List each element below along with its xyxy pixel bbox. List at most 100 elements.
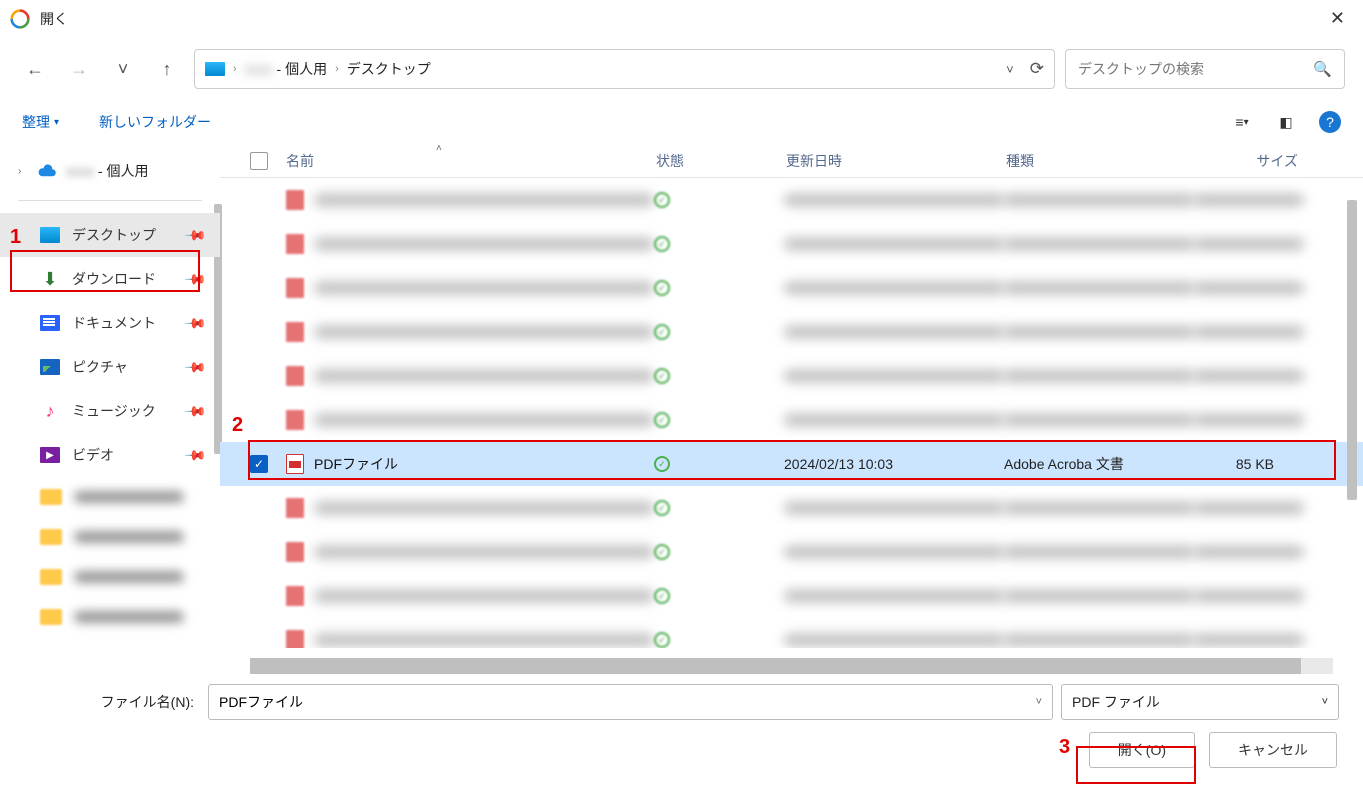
filename-input[interactable] [219,694,1036,710]
sidebar-item-blur[interactable] [0,517,220,557]
column-state[interactable]: 状態 [656,151,786,171]
forward-button[interactable]: → [62,52,96,86]
filename-combobox[interactable]: ˅ [208,684,1053,720]
search-input[interactable] [1078,61,1313,77]
quick-access-list: デスクトップ 📌 ⬇ ダウンロード 📌 ドキュメント 📌 ピクチャ 📌 ♪ ミュ… [0,213,220,637]
file-row[interactable]: x✓xxx [220,486,1363,530]
select-all-checkbox[interactable] [250,152,268,170]
button-row: 開く(O) キャンセル [24,732,1339,768]
sidebar-item-label: ピクチャ [72,357,128,377]
filename-row: ファイル名(N): ˅ PDF ファイル ˅ [24,684,1339,720]
file-row[interactable]: x✓xxx [220,574,1363,618]
window-title: 開く [40,9,68,29]
file-state: ✓ [654,456,784,472]
organize-button[interactable]: 整理 ▾ [22,112,59,132]
arrow-right-icon: → [70,59,88,80]
sidebar-item-pictures[interactable]: ピクチャ 📌 [0,345,220,389]
file-header: ˄名前 状態 更新日時 種類 サイズ [220,144,1363,178]
sidebar-item-music[interactable]: ♪ ミュージック 📌 [0,389,220,433]
sidebar-item-label: ドキュメント [72,313,156,333]
pdf-icon [286,454,304,474]
file-size: 85 KB [1194,456,1304,472]
file-row[interactable]: x✓xxx [220,266,1363,310]
chevron-down-icon: ˅ [118,59,129,80]
documents-icon [40,315,60,331]
chevron-right-icon: › [233,63,237,75]
column-type[interactable]: 種類 [1006,151,1196,171]
file-date: 2024/02/13 10:03 [784,456,1004,472]
filter-label: PDF ファイル [1072,692,1160,712]
chevron-right-icon[interactable]: › [18,166,28,177]
file-row[interactable]: x✓xxx [220,310,1363,354]
file-row[interactable]: x✓xxx [220,618,1363,648]
sidebar-item-blur[interactable] [0,557,220,597]
sidebar-item-blur[interactable] [0,597,220,637]
sidebar-divider [18,200,202,201]
app-icon [10,9,30,29]
location-icon [205,62,225,76]
filename-label: ファイル名(N): [24,692,194,712]
chevron-down-icon: ▾ [54,117,59,128]
file-row[interactable]: x✓xxx [220,178,1363,222]
address-bar[interactable]: › xxxx - 個人用 › デスクトップ ˅ ⟳ [194,49,1055,89]
breadcrumb-desktop[interactable]: デスクトップ [347,59,431,79]
file-type: Adobe Acroba 文書 [1004,454,1194,474]
desktop-icon [40,227,60,243]
sidebar-item-videos[interactable]: ▶ ビデオ 📌 [0,433,220,477]
file-row[interactable]: x✓xxx [220,354,1363,398]
file-row[interactable]: x✓xxx [220,222,1363,266]
nav-row: ← → ˅ ↑ › xxxx - 個人用 › デスクトップ ˅ ⟳ 🔍 [0,38,1363,100]
column-date[interactable]: 更新日時 [786,151,1006,171]
sidebar-item-documents[interactable]: ドキュメント 📌 [0,301,220,345]
close-icon[interactable]: ✕ [1330,8,1345,29]
file-row[interactable]: x✓xxx [220,398,1363,442]
file-row-pdf[interactable]: ✓ PDFファイル ✓ 2024/02/13 10:03 Adobe Acrob… [220,442,1363,486]
open-button[interactable]: 開く(O) [1089,732,1195,768]
bottom-panel: ファイル名(N): ˅ PDF ファイル ˅ 開く(O) キャンセル [0,664,1363,788]
column-size[interactable]: サイズ [1196,151,1306,171]
cancel-button[interactable]: キャンセル [1209,732,1337,768]
cloud-icon [36,164,58,178]
up-button[interactable]: ↑ [150,52,184,86]
file-scrollbar[interactable] [1347,200,1357,500]
sidebar-item-label: ビデオ [72,445,114,465]
search-box[interactable]: 🔍 [1065,49,1345,89]
pin-icon[interactable]: 📌 [183,399,207,423]
search-icon[interactable]: 🔍 [1313,60,1332,78]
pin-icon[interactable]: 📌 [183,267,207,291]
tree-root-onedrive[interactable]: › xxxx - 個人用 [0,154,220,188]
horizontal-scrollbar[interactable] [250,658,1333,674]
pin-icon[interactable]: 📌 [183,223,207,247]
titlebar: 開く ✕ [0,0,1363,38]
chevron-down-icon: ˅ [1322,696,1328,708]
back-button[interactable]: ← [18,52,52,86]
file-list: x✓xxx x✓xxx x✓xxx x✓xxx x✓xxx x✓xxx ✓ PD… [220,178,1363,648]
pin-icon[interactable]: 📌 [183,355,207,379]
download-icon: ⬇ [40,271,60,287]
sidebar-item-downloads[interactable]: ⬇ ダウンロード 📌 [0,257,220,301]
video-icon: ▶ [40,447,60,463]
pin-icon[interactable]: 📌 [183,311,207,335]
column-name[interactable]: ˄名前 [286,151,656,171]
recent-locations-button[interactable]: ˅ [106,52,140,86]
sort-up-icon: ˄ [436,143,442,154]
chevron-down-icon[interactable]: ˅ [1036,696,1042,708]
sidebar-item-blur[interactable] [0,477,220,517]
refresh-icon[interactable]: ⟳ [1030,59,1044,79]
view-mode-button[interactable]: ≡ ▾ [1231,111,1253,133]
file-row[interactable]: x✓xxx [220,530,1363,574]
pin-icon[interactable]: 📌 [183,443,207,467]
main-area: › xxxx - 個人用 デスクトップ 📌 ⬇ ダウンロード 📌 ドキュメント … [0,144,1363,664]
arrow-up-icon: ↑ [163,59,172,80]
sidebar-item-desktop[interactable]: デスクトップ 📌 [0,213,220,257]
file-pane: ˄名前 状態 更新日時 種類 サイズ x✓xxx x✓xxx x✓xxx x✓x… [220,144,1363,664]
chevron-down-icon[interactable]: ˅ [1006,62,1014,77]
help-icon[interactable]: ? [1319,111,1341,133]
preview-pane-button[interactable]: ◧ [1275,111,1297,133]
sidebar-item-label: デスクトップ [72,225,156,245]
breadcrumb-user[interactable]: xxxx - 個人用 [245,59,327,79]
new-folder-button[interactable]: 新しいフォルダー [99,112,211,132]
synced-icon: ✓ [654,456,670,472]
row-checkbox[interactable]: ✓ [250,455,268,473]
filetype-filter[interactable]: PDF ファイル ˅ [1061,684,1339,720]
